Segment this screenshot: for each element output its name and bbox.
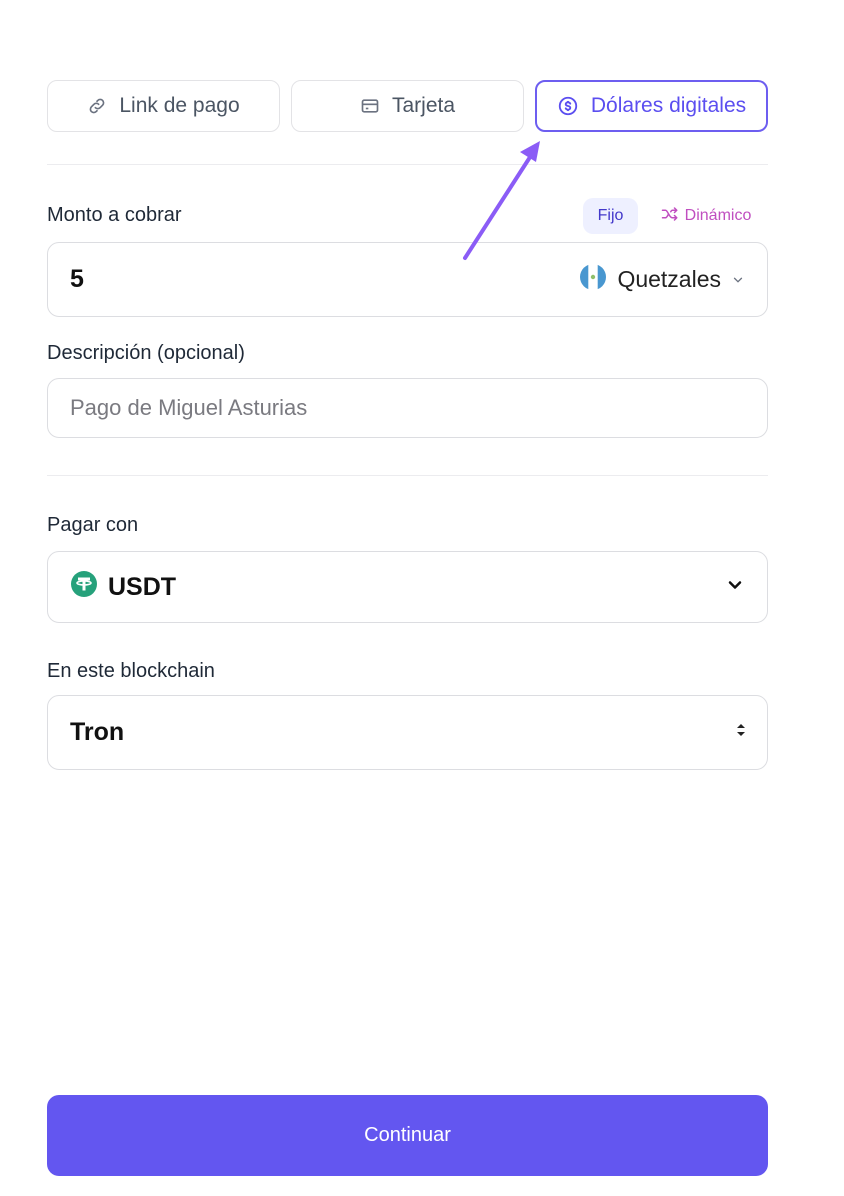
- description-field[interactable]: [47, 378, 768, 438]
- blockchain-label: En este blockchain: [47, 660, 215, 682]
- pay-with-select[interactable]: USDT: [47, 551, 768, 623]
- mode-fixed-toggle[interactable]: Fijo: [583, 198, 638, 234]
- pay-with-value: USDT: [108, 572, 177, 601]
- mode-dynamic-label: Dinámico: [684, 207, 752, 224]
- card-icon: [360, 96, 380, 116]
- mode-dynamic-toggle[interactable]: Dinámico: [650, 198, 762, 234]
- tab-tarjeta[interactable]: Tarjeta: [291, 80, 524, 132]
- tab-label: Tarjeta: [391, 94, 456, 117]
- pay-with-label: Pagar con: [47, 514, 139, 536]
- shuffle-icon: [661, 206, 679, 226]
- blockchain-value: Tron: [70, 718, 125, 746]
- tab-label: Link de pago: [119, 94, 240, 117]
- description-label: Descripción (opcional): [47, 342, 245, 364]
- divider: [47, 164, 768, 165]
- dollar-circle-icon: [557, 95, 579, 117]
- description-input[interactable]: [48, 379, 767, 437]
- tab-label: Dólares digitales: [590, 94, 747, 117]
- currency-label: Quetzales: [617, 266, 721, 292]
- tab-dolares-digitales[interactable]: Dólares digitales: [535, 80, 768, 132]
- amount-label: Monto a cobrar: [47, 204, 182, 226]
- chevron-down-icon: [731, 266, 745, 293]
- mode-fixed-label: Fijo: [597, 207, 624, 224]
- link-icon: [87, 96, 107, 116]
- amount-field[interactable]: 5 Quetzales: [47, 242, 768, 317]
- tether-icon: [70, 570, 98, 605]
- chevron-down-icon: [725, 575, 745, 600]
- tab-link-de-pago[interactable]: Link de pago: [47, 80, 280, 132]
- payment-method-tabs: Link de pago Tarjeta Dólares digitales: [47, 80, 768, 132]
- guatemala-flag-icon: [579, 263, 607, 297]
- sort-arrows-icon: [733, 721, 749, 744]
- divider: [47, 475, 768, 476]
- currency-select[interactable]: Quetzales: [579, 263, 745, 297]
- amount-value[interactable]: 5: [70, 265, 84, 294]
- continue-button[interactable]: Continuar: [47, 1095, 768, 1176]
- blockchain-select[interactable]: Tron: [47, 695, 768, 770]
